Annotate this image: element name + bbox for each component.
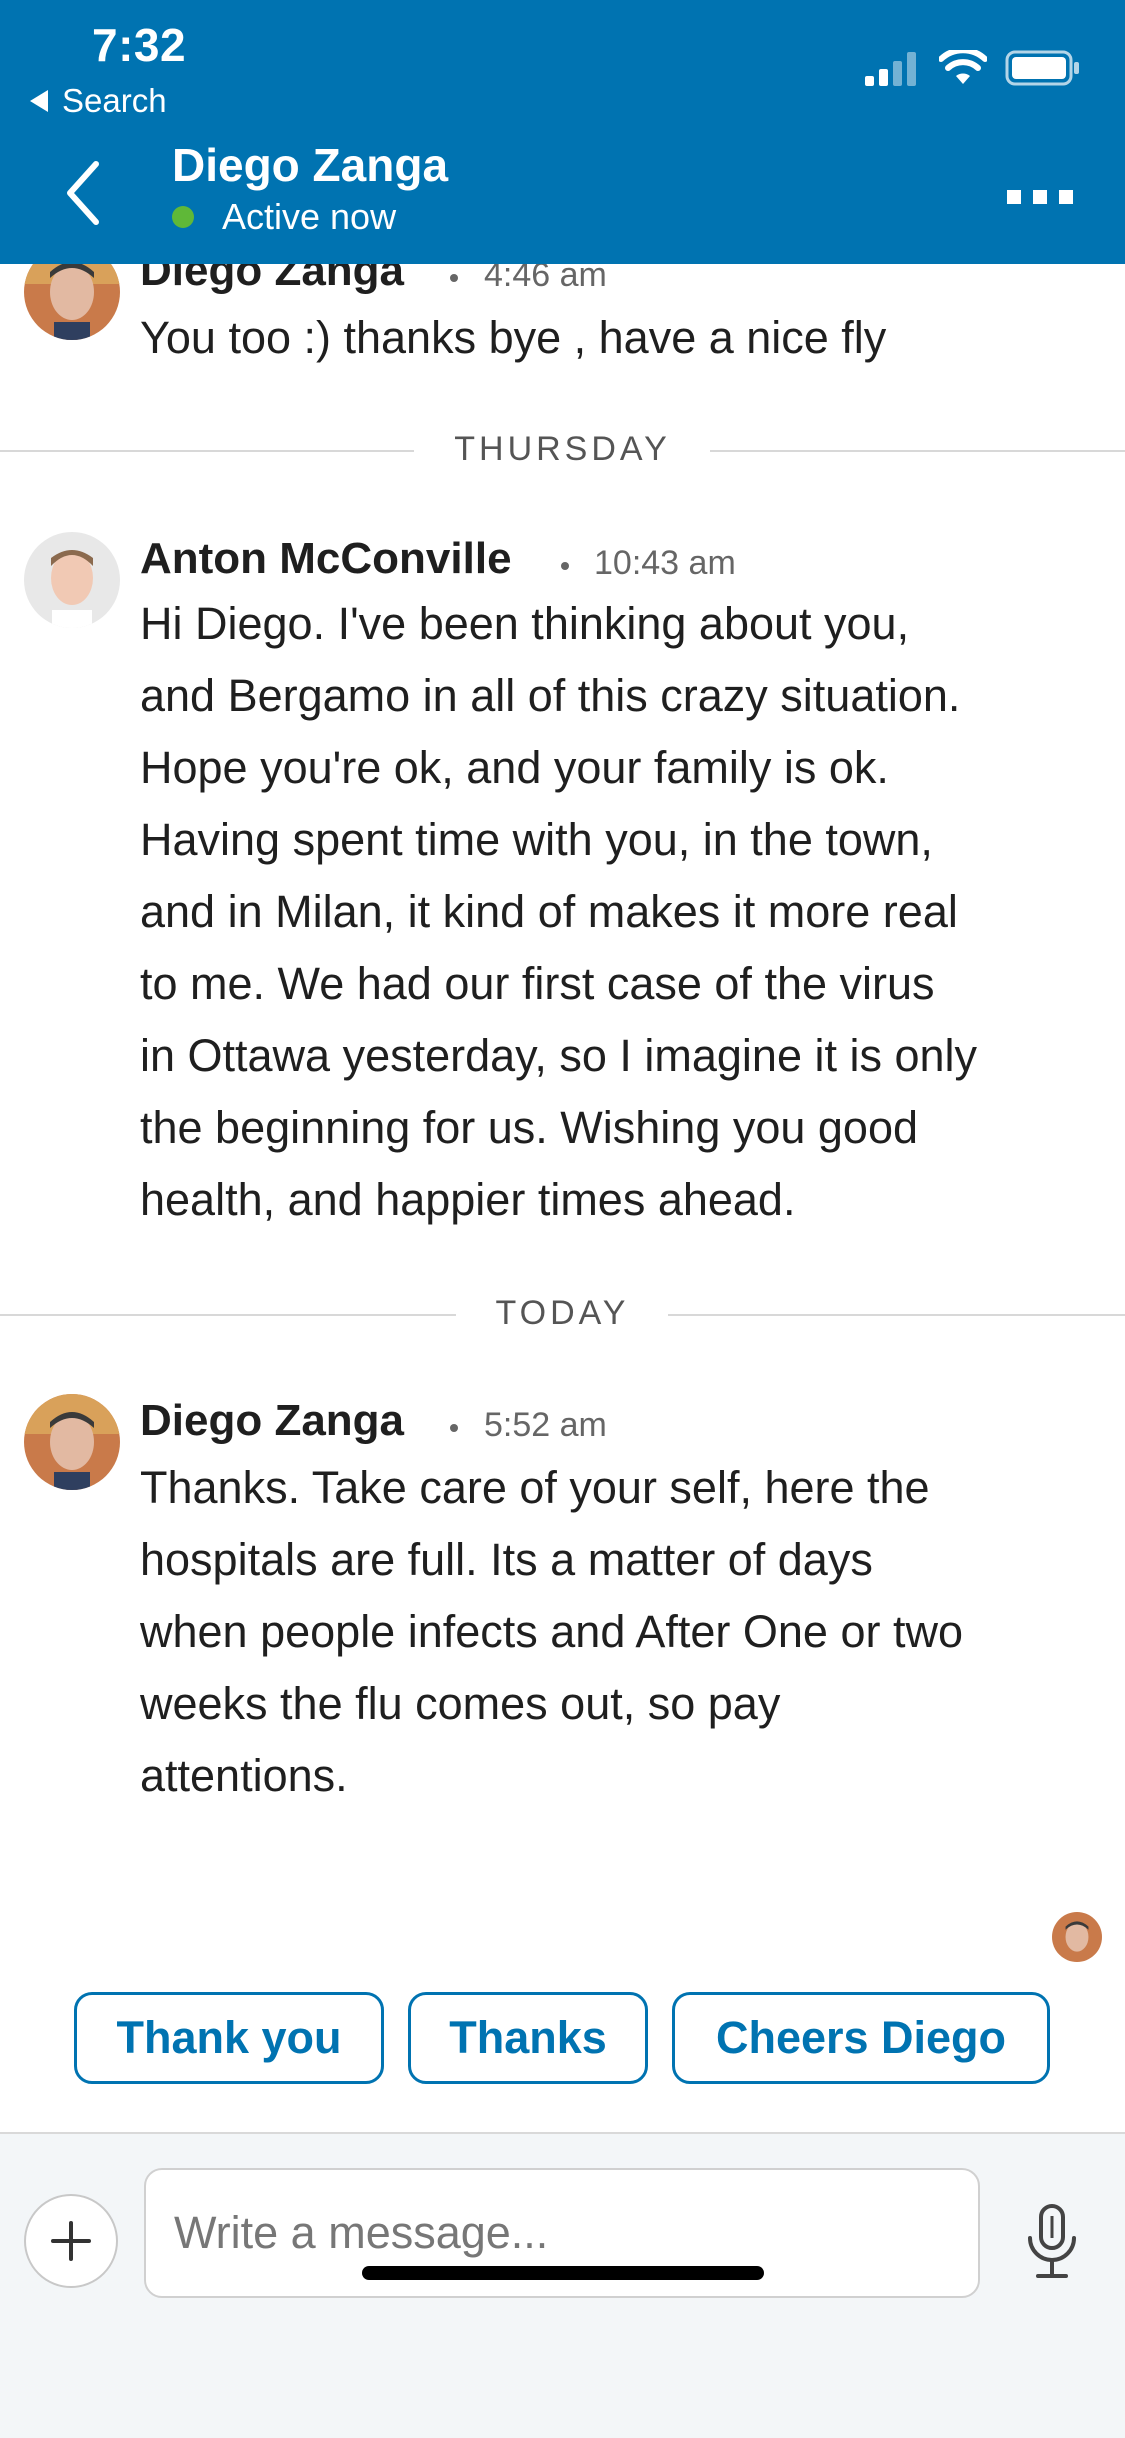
message-time: 10:43 am	[594, 544, 736, 582]
more-options-button[interactable]	[1007, 190, 1073, 204]
message-line: in Ottawa yesterday, so I imagine it is …	[140, 1030, 978, 1081]
seen-by-avatar	[1052, 1912, 1102, 1962]
home-indicator	[362, 2266, 764, 2280]
status-time: 7:32	[92, 19, 187, 71]
wifi-icon	[939, 50, 987, 84]
message-line: hospitals are full. Its a matter of days	[140, 1534, 873, 1585]
avatar-diego-zanga[interactable]	[24, 1394, 120, 1490]
contact-name[interactable]: Diego Zanga	[172, 138, 448, 192]
message-line: and Bergamo in all of this crazy situati…	[140, 670, 961, 721]
back-triangle-icon	[30, 90, 48, 112]
quick-reply-thanks[interactable]: Thanks	[408, 1992, 648, 2084]
more-dot	[1007, 190, 1021, 204]
avatar-anton-mcconville[interactable]	[24, 532, 120, 628]
message-text: Thanks. Take care of your self, here the…	[140, 1452, 1070, 1812]
microphone-icon[interactable]	[1022, 2202, 1082, 2282]
presence-status: Active now	[172, 196, 396, 238]
separator-dot	[450, 1424, 458, 1432]
message-line: weeks the flu comes out, so pay	[140, 1678, 781, 1729]
message-composer	[0, 2132, 1125, 2438]
message-text: You too :) thanks bye , have a nice fly	[140, 312, 887, 363]
cellular-signal-icon	[865, 52, 916, 86]
date-divider: THURSDAY	[0, 420, 1125, 480]
status-icons	[865, 50, 1081, 86]
presence-label: Active now	[222, 196, 397, 237]
message-line: the beginning for us. Wishing you good	[140, 1102, 919, 1153]
message-line: Having spent time with you, in the town,	[140, 814, 933, 865]
message-sender[interactable]: Anton McConville	[140, 534, 512, 584]
plus-icon	[51, 2221, 91, 2261]
message-line: and in Milan, it kind of makes it more r…	[140, 886, 958, 937]
active-indicator	[172, 206, 194, 228]
status-back-to-search[interactable]: Search	[30, 82, 167, 120]
conversation-header: 7:32 Search Diego Zanga Active now	[0, 0, 1125, 264]
message-time: 5:52 am	[484, 1406, 607, 1444]
date-divider: TODAY	[0, 1284, 1125, 1344]
separator-dot	[450, 274, 458, 282]
status-back-label: Search	[62, 82, 167, 119]
more-dot	[1033, 190, 1047, 204]
message-line: when people infects and After One or two	[140, 1606, 964, 1657]
more-dot	[1059, 190, 1073, 204]
quick-reply-thank-you[interactable]: Thank you	[74, 1992, 384, 2084]
message-line: Hope you're ok, and your family is ok.	[140, 742, 889, 793]
quick-reply-cheers-diego[interactable]: Cheers Diego	[672, 1992, 1050, 2084]
message-text: Hi Diego. I've been thinking about you, …	[140, 588, 1070, 1236]
message-line: Thanks. Take care of your self, here the	[140, 1462, 930, 1513]
message-line: to me. We had our first case of the viru…	[140, 958, 935, 1009]
divider-line	[710, 450, 1125, 452]
message-sender[interactable]: Diego Zanga	[140, 1396, 404, 1446]
battery-icon	[1005, 50, 1079, 86]
message-line: attentions.	[140, 1750, 348, 1801]
message-line: Hi Diego. I've been thinking about you,	[140, 598, 910, 649]
divider-line	[668, 1314, 1125, 1316]
add-attachment-button[interactable]	[24, 2194, 118, 2288]
separator-dot	[561, 562, 569, 570]
message-line: health, and happier times ahead.	[140, 1174, 796, 1225]
chevron-left-icon[interactable]	[58, 158, 108, 228]
